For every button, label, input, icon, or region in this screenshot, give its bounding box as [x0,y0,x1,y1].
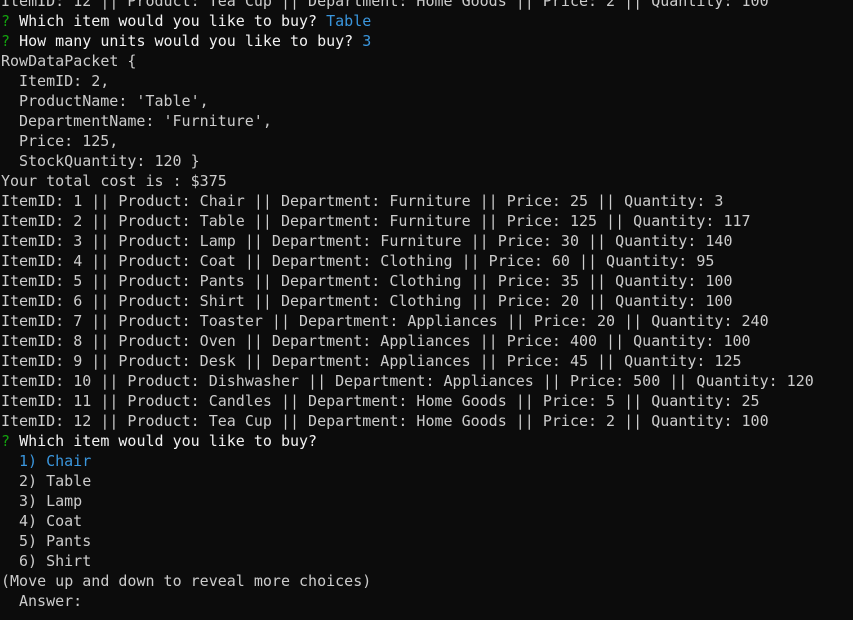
terminal-window: ItemID: 12 || Product: Tea Cup || Depart… [1,0,853,611]
inventory-line: ItemID: 9 || Product: Desk || Department… [1,352,742,370]
row-data-packet-line: RowDataPacket { [1,52,137,70]
inventory-line: ItemID: 12 || Product: Tea Cup || Depart… [1,412,769,430]
prompt-units-line: ? How many units would you like to buy? … [1,31,853,51]
inventory-line: ItemID: 10 || Product: Dishwasher || Dep… [1,372,814,390]
prompt-item-line: ? Which item would you like to buy? Tabl… [1,11,853,31]
row-data-packet-line: DepartmentName: 'Furniture', [19,112,272,130]
prompt-units-answer: 3 [362,32,372,50]
inventory-line: ItemID: 7 || Product: Toaster || Departm… [1,312,769,330]
row-data-packet-line: ItemID: 2, [19,72,110,90]
prompt-question-mark-icon: ? [1,12,11,30]
prompt-item-answer: Table [326,12,372,30]
prompt-question-mark-icon: ? [1,32,11,50]
row-data-packet-line: ProductName: 'Table', [19,92,209,110]
prompt-item-question: Which item would you like to buy? [19,12,318,30]
prompt-question-mark-icon: ? [1,432,11,450]
choice-item[interactable]: 5) Pants [1,531,853,551]
inventory-line: ItemID: 4 || Product: Coat || Department… [1,252,715,270]
answer-input[interactable]: Answer: [1,591,853,611]
prompt-current-question: Which item would you like to buy? [19,432,318,450]
inventory-line: ItemID: 6 || Product: Shirt || Departmen… [1,292,733,310]
inventory-line: ItemID: 3 || Product: Lamp || Department… [1,232,733,250]
inventory-line: ItemID: 2 || Product: Table || Departmen… [1,212,751,230]
output-line-partial: ItemID: 12 || Product: Tea Cup || Depart… [1,0,769,10]
scroll-hint: (Move up and down to reveal more choices… [1,572,372,590]
choice-item-selected[interactable]: 1) Chair [1,451,853,471]
choice-item[interactable]: 4) Coat [1,511,853,531]
inventory-line: ItemID: 11 || Product: Candles || Depart… [1,392,760,410]
inventory-line: ItemID: 1 || Product: Chair || Departmen… [1,192,724,210]
prompt-units-question: How many units would you like to buy? [19,32,354,50]
choice-item[interactable]: 2) Table [1,471,853,491]
choice-item[interactable]: 6) Shirt [1,551,853,571]
prompt-current-line: ? Which item would you like to buy? [1,431,853,451]
row-data-packet-line: StockQuantity: 120 } [19,152,200,170]
inventory-line: ItemID: 8 || Product: Oven || Department… [1,332,751,350]
choice-item[interactable]: 3) Lamp [1,491,853,511]
total-cost-line: Your total cost is : $375 [1,172,227,190]
row-data-packet-line: Price: 125, [19,132,119,150]
inventory-line: ItemID: 5 || Product: Pants || Departmen… [1,272,733,290]
